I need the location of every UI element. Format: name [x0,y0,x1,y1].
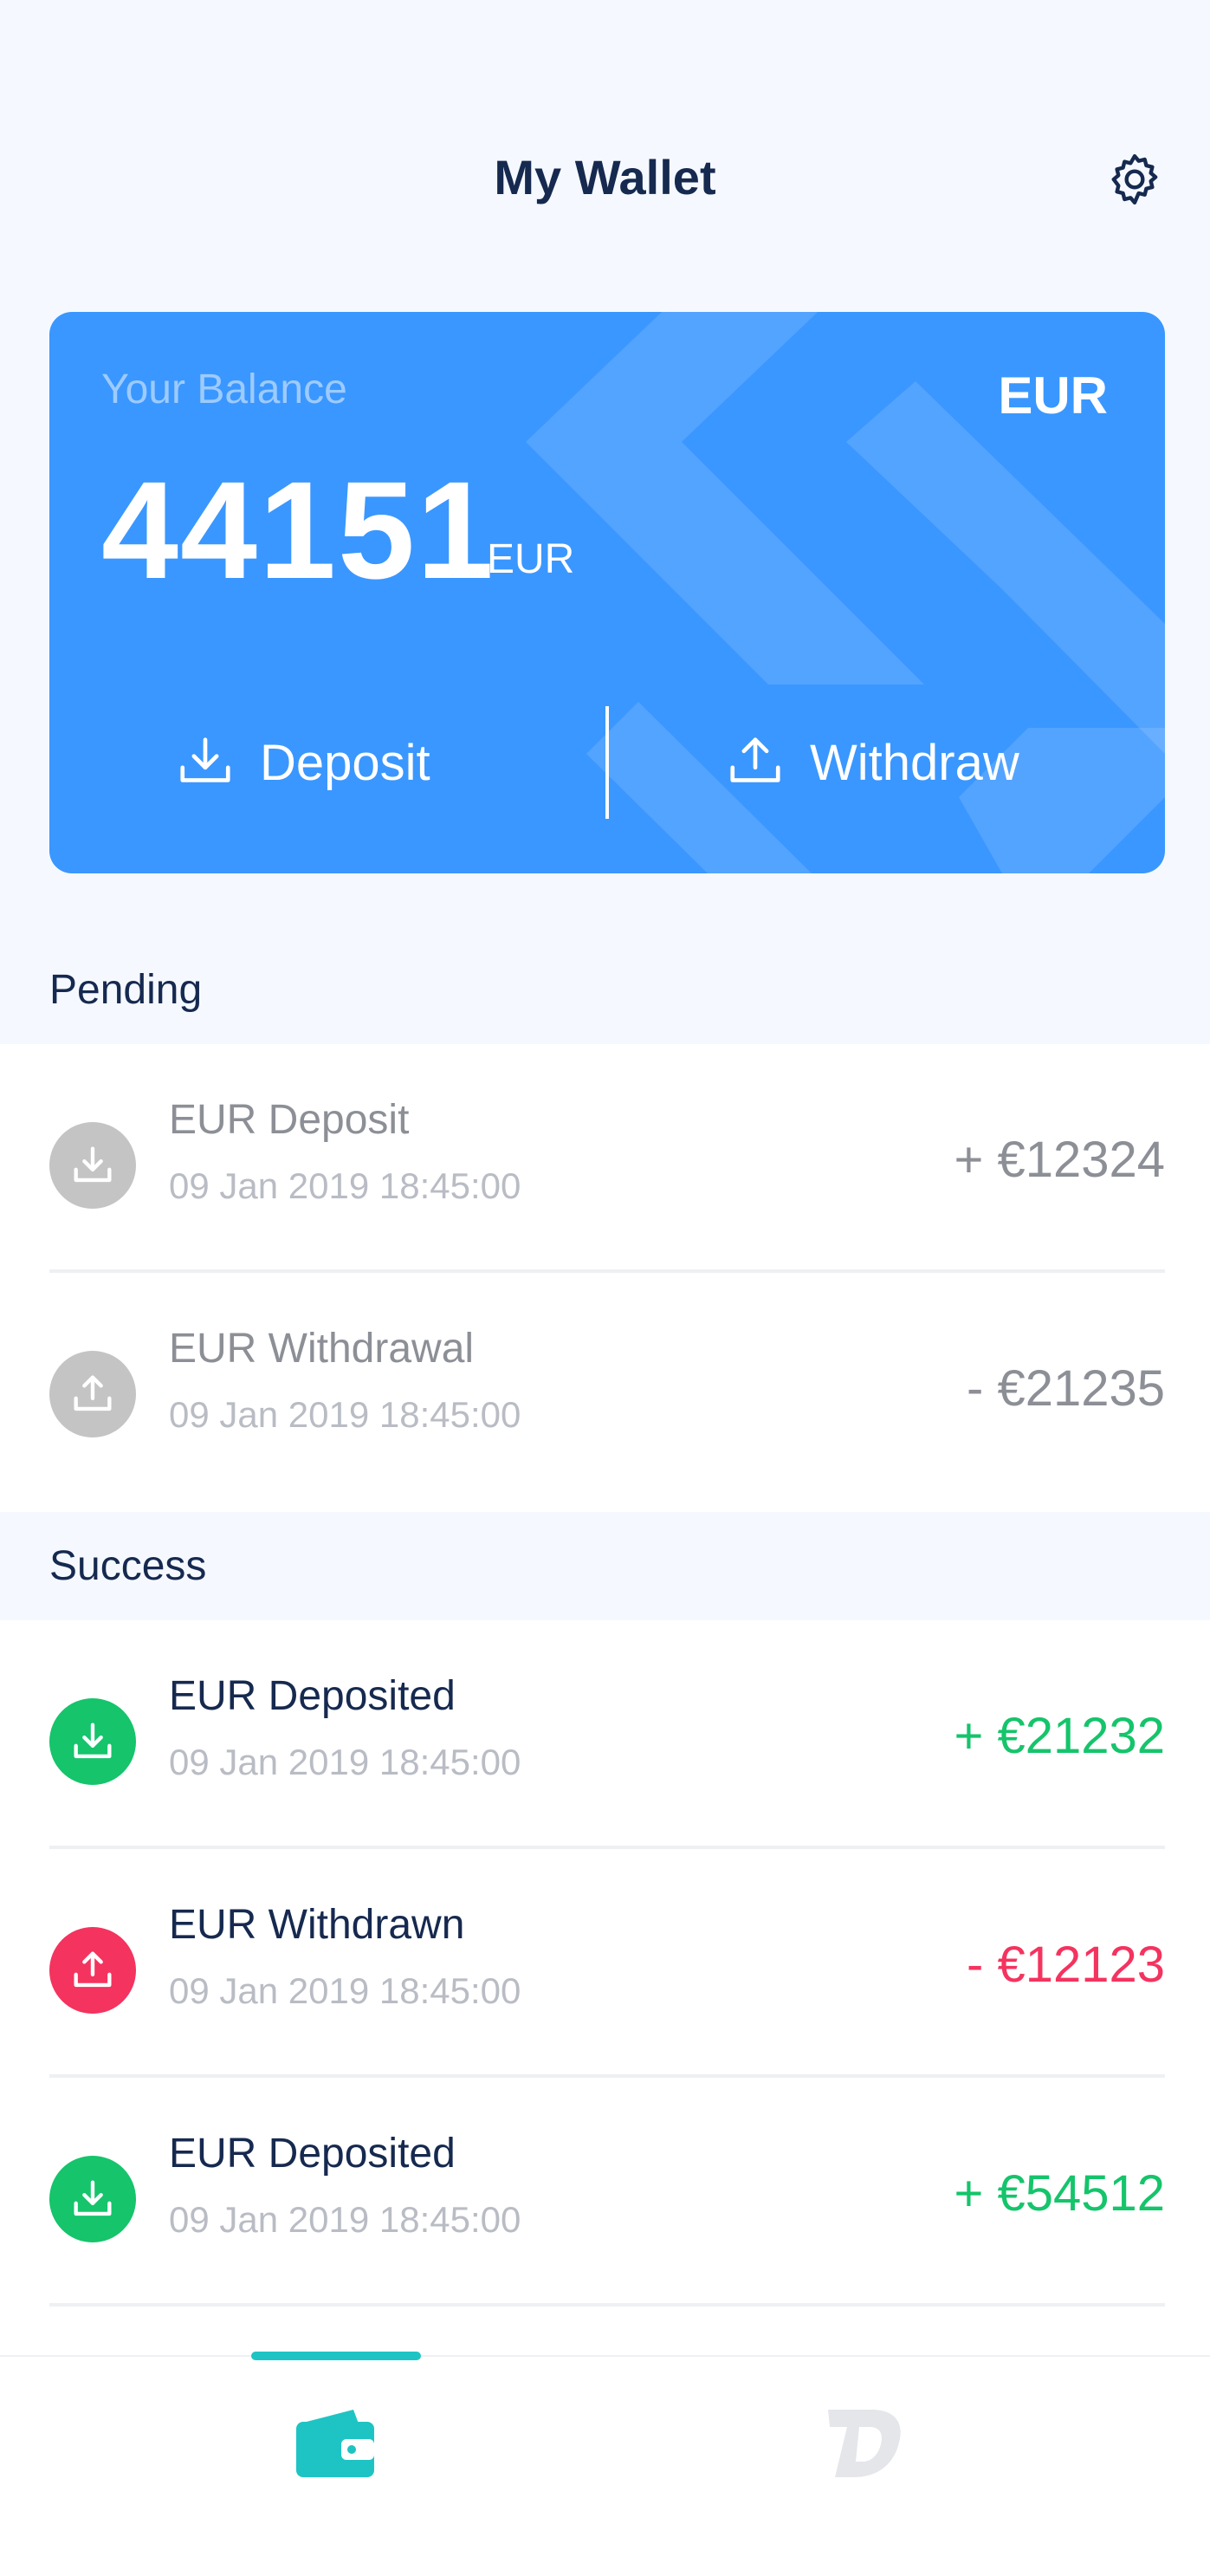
header: My Wallet [0,130,1210,225]
transaction-date: 09 Jan 2019 18:45:00 [169,1742,521,1782]
currency-selector[interactable]: EUR [998,366,1108,425]
divider [49,2303,1165,2307]
wallet-screen: My Wallet Your Balance EUR 44151 EUR Dep… [0,0,1210,2576]
transaction-name: EUR Withdrawn [169,1902,465,1948]
tab-wallet[interactable] [267,2391,405,2495]
download-icon [49,2156,136,2242]
pending-list: EUR Deposit 09 Jan 2019 18:45:00 + €1232… [0,1044,1210,1512]
download-icon [49,1122,136,1209]
transaction-date: 09 Jan 2019 18:45:00 [169,1165,521,1206]
transaction-amount: - €21235 [967,1360,1165,1417]
transaction-name: EUR Deposited [169,2131,456,2177]
upload-icon [730,737,780,782]
withdraw-button[interactable]: Withdraw [725,728,1019,797]
transaction-name: EUR Deposit [169,1097,410,1143]
download-icon [49,1698,136,1785]
balance-card: Your Balance EUR 44151 EUR Deposit Withd… [49,312,1165,873]
success-list: EUR Deposited 09 Jan 2019 18:45:00 + €21… [0,1620,1210,2355]
section-title-pending: Pending [49,967,203,1013]
brand-logo-icon [828,2410,901,2477]
section-title-success: Success [49,1543,207,1589]
transaction-date: 09 Jan 2019 18:45:00 [169,1970,521,2011]
transaction-amount: + €12324 [954,1132,1165,1188]
action-divider [605,706,609,819]
balance-amount: 44151 [101,452,495,607]
page-title: My Wallet [494,150,716,204]
list-item[interactable]: EUR Withdrawn 09 Jan 2019 18:45:00 - €12… [49,1849,1165,2078]
download-icon [180,737,230,782]
tab-brand[interactable] [793,2391,932,2495]
upload-icon [49,1927,136,2014]
deposit-button[interactable]: Deposit [175,728,430,797]
list-item[interactable]: EUR Withdrawal 09 Jan 2019 18:45:00 - €2… [49,1273,1165,1512]
active-tab-indicator [251,2352,421,2360]
list-item[interactable]: EUR Deposited 09 Jan 2019 18:45:00 + €54… [49,2078,1165,2307]
transaction-name: EUR Deposited [169,1673,456,1719]
balance-unit: EUR [487,536,575,582]
transaction-date: 09 Jan 2019 18:45:00 [169,2199,521,2240]
transaction-name: EUR Withdrawal [169,1326,475,1372]
bottom-nav [0,2352,1210,2576]
transaction-amount: - €12123 [967,1937,1165,1993]
deposit-label: Deposit [260,734,430,791]
balance-label: Your Balance [101,367,347,412]
list-item[interactable]: EUR Deposit 09 Jan 2019 18:45:00 + €1232… [49,1044,1165,1273]
gear-icon[interactable] [1104,149,1165,210]
transaction-amount: + €21232 [954,1708,1165,1764]
transaction-amount: + €54512 [954,2165,1165,2222]
upload-icon [49,1351,136,1437]
list-item[interactable]: EUR Deposited 09 Jan 2019 18:45:00 + €21… [49,1620,1165,1849]
wallet-icon [296,2410,374,2477]
transaction-date: 09 Jan 2019 18:45:00 [169,1394,521,1435]
withdraw-label: Withdraw [810,734,1019,791]
